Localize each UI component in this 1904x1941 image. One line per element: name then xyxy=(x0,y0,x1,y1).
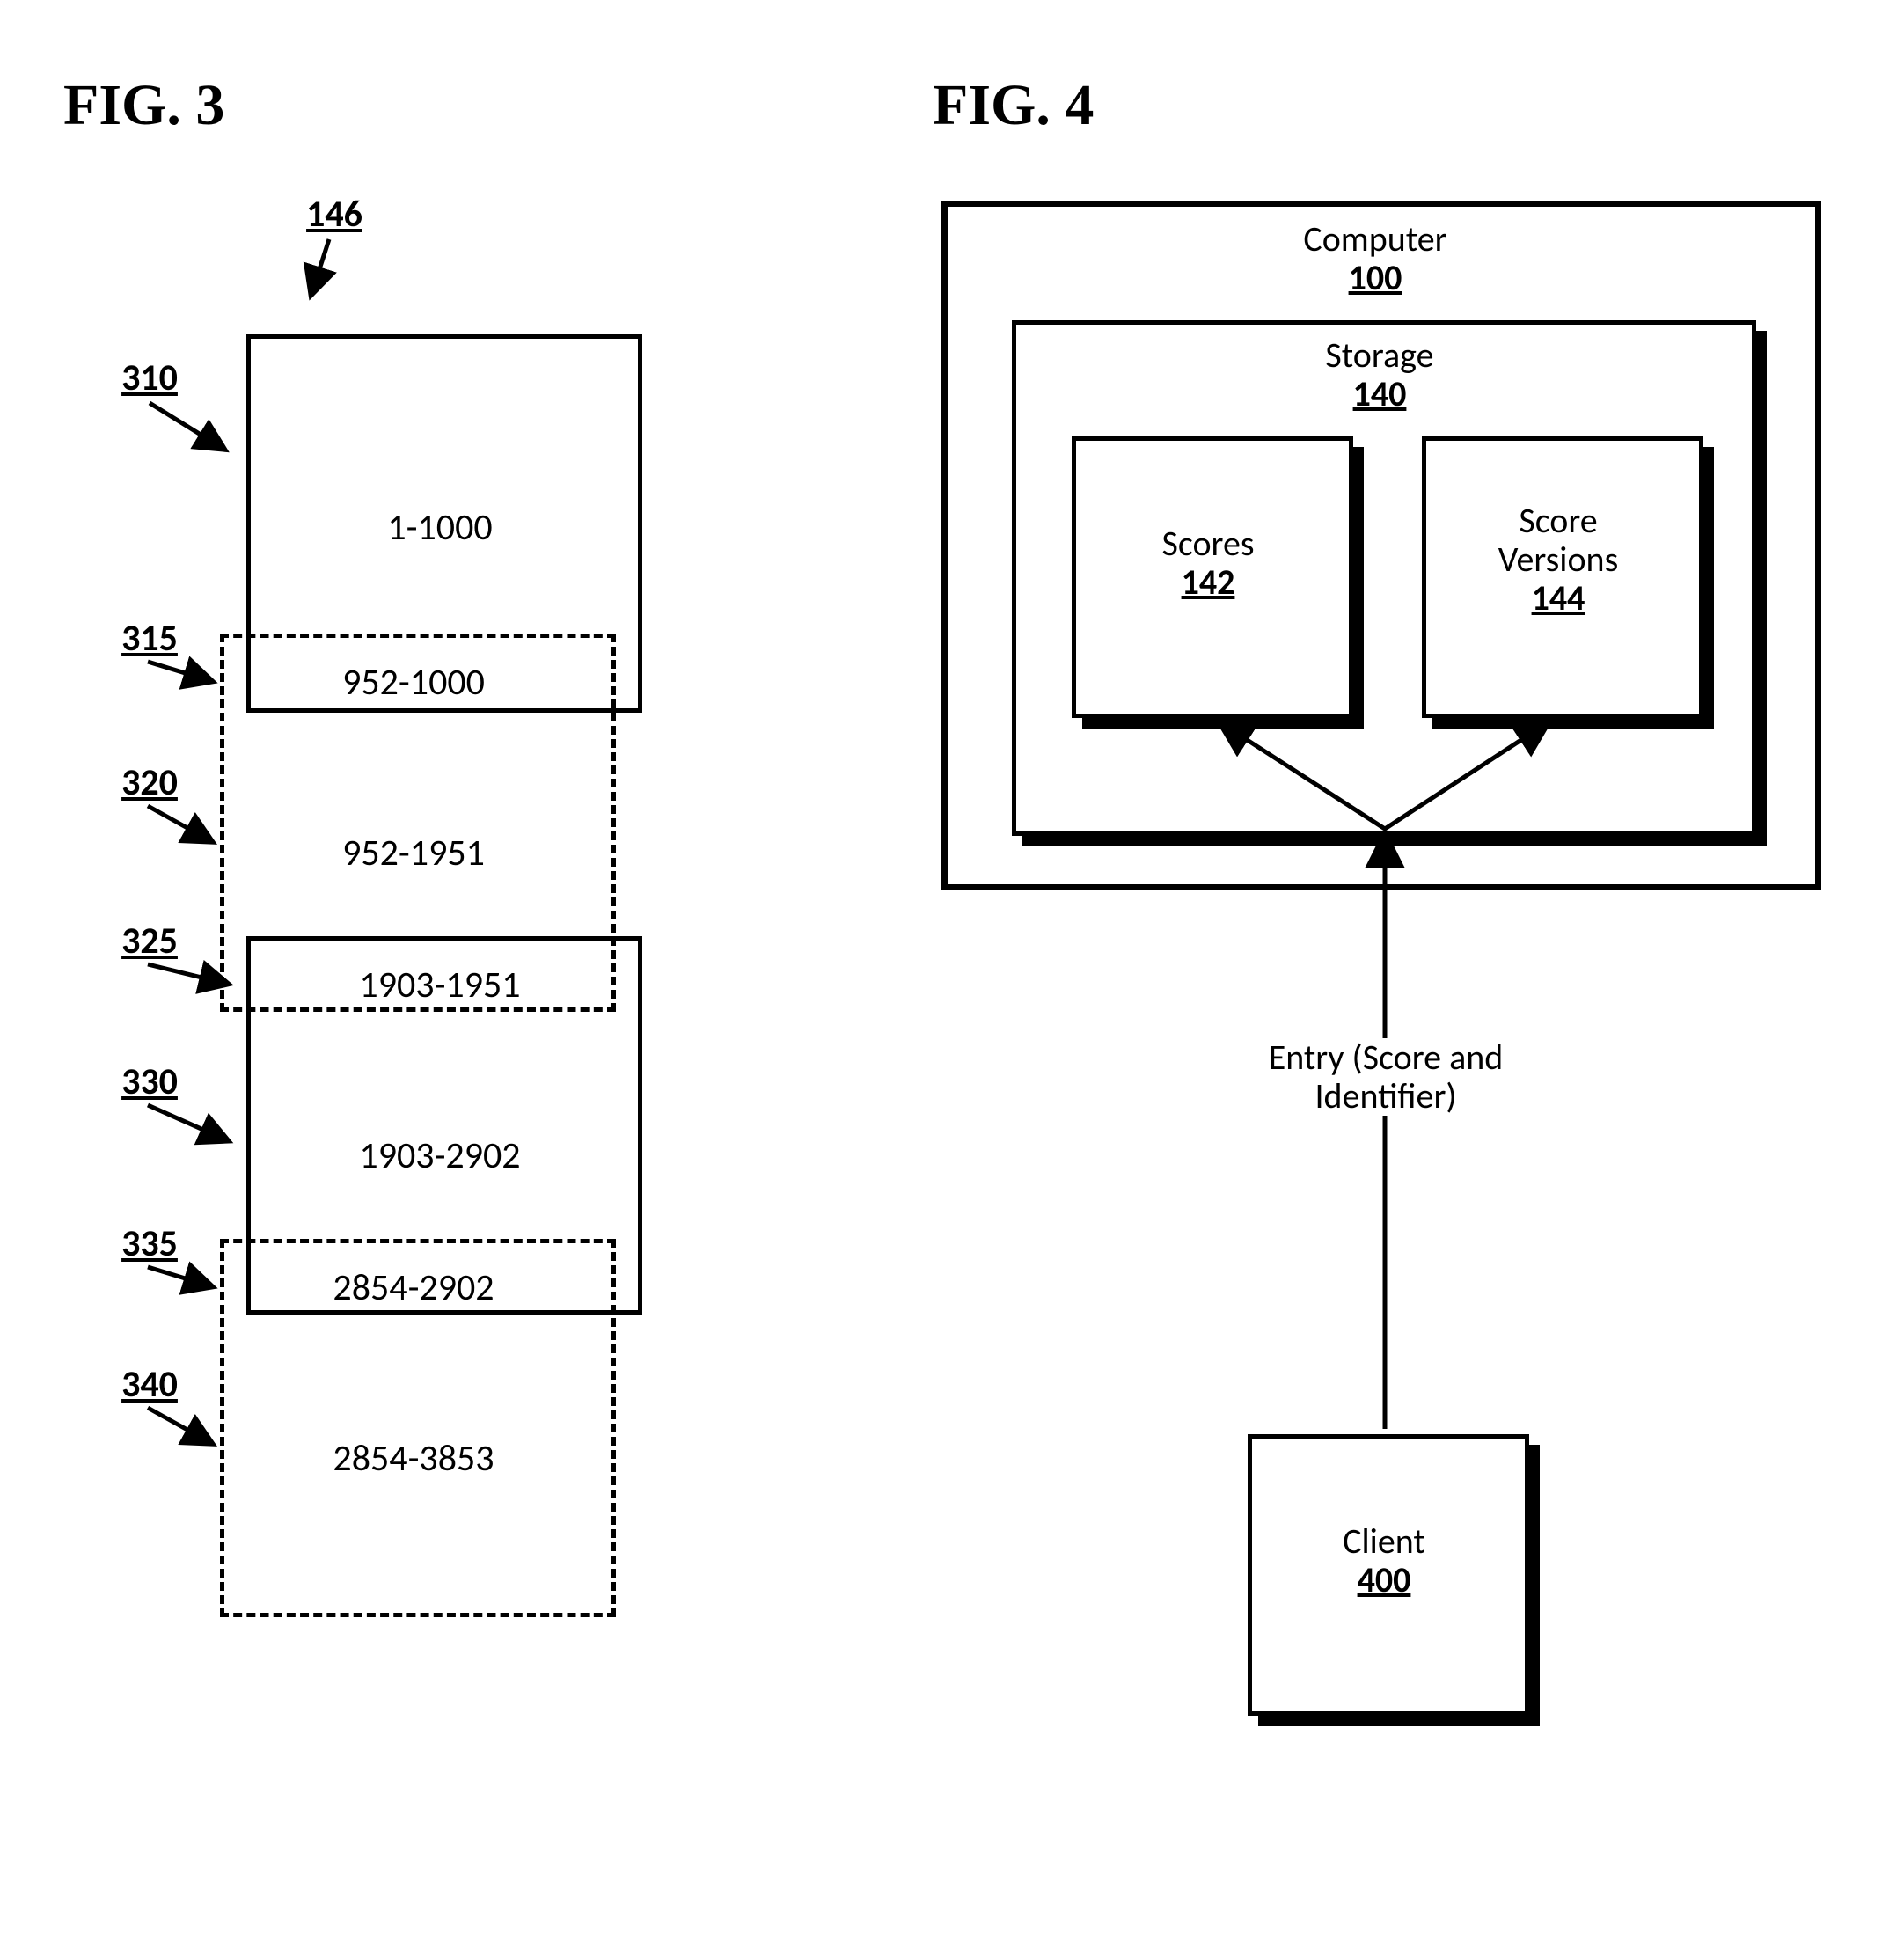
fig4-title: FIG. 4 xyxy=(933,72,1094,139)
range-325-overlap: 1903-1951 xyxy=(246,963,633,1007)
y-arrows xyxy=(1197,713,1584,836)
versions-label-line2: Versions xyxy=(1422,540,1695,579)
range-320: 952-1951 xyxy=(220,831,607,875)
range-310: 1-1000 xyxy=(246,505,633,550)
computer-ref: 100 xyxy=(941,259,1809,297)
range-335-overlap: 2854-2902 xyxy=(220,1265,607,1310)
scores-label: Scores xyxy=(1072,524,1344,563)
ref-335: 335 xyxy=(114,1221,185,1266)
fig3-title: FIG. 3 xyxy=(63,72,224,139)
arrow-315 xyxy=(143,656,222,692)
ref-310: 310 xyxy=(114,355,185,400)
range-330: 1903-2902 xyxy=(246,1133,633,1178)
entry-label-line1: Entry (Score and xyxy=(1232,1038,1540,1077)
scores-ref: 142 xyxy=(1072,563,1344,602)
arrow-310 xyxy=(143,396,239,466)
storage-label-block: Storage 140 xyxy=(1012,336,1747,414)
versions-label-line1: Score xyxy=(1422,502,1695,540)
client-ref: 400 xyxy=(1248,1561,1520,1600)
ref-315: 315 xyxy=(114,616,185,661)
computer-label-block: Computer 100 xyxy=(941,220,1809,297)
client-label: Client xyxy=(1248,1522,1520,1561)
computer-label: Computer xyxy=(941,220,1809,259)
range-315-overlap: 952-1000 xyxy=(220,660,607,705)
arrow-330 xyxy=(143,1100,239,1153)
client-arrow xyxy=(1369,827,1401,1434)
entry-label-block: Entry (Score and Identifier) xyxy=(1232,1038,1540,1116)
storage-ref: 140 xyxy=(1012,375,1747,414)
ref-340: 340 xyxy=(114,1362,185,1407)
arrow-340 xyxy=(143,1403,222,1455)
client-label-block: Client 400 xyxy=(1248,1522,1520,1600)
versions-ref: 144 xyxy=(1422,579,1695,618)
scores-label-block: Scores 142 xyxy=(1072,524,1344,602)
storage-label: Storage xyxy=(1012,336,1747,375)
ref-325: 325 xyxy=(114,919,185,963)
range-340: 2854-3853 xyxy=(220,1436,607,1481)
arrow-325 xyxy=(143,959,239,994)
entry-label-line2: Identifier) xyxy=(1232,1077,1540,1116)
ref-330: 330 xyxy=(114,1059,185,1104)
arrow-146 xyxy=(303,236,355,306)
arrow-335 xyxy=(143,1262,222,1297)
ref-320: 320 xyxy=(114,760,185,805)
ref-146: 146 xyxy=(299,192,370,237)
versions-label-block: Score Versions 144 xyxy=(1422,502,1695,618)
arrow-320 xyxy=(143,801,222,853)
